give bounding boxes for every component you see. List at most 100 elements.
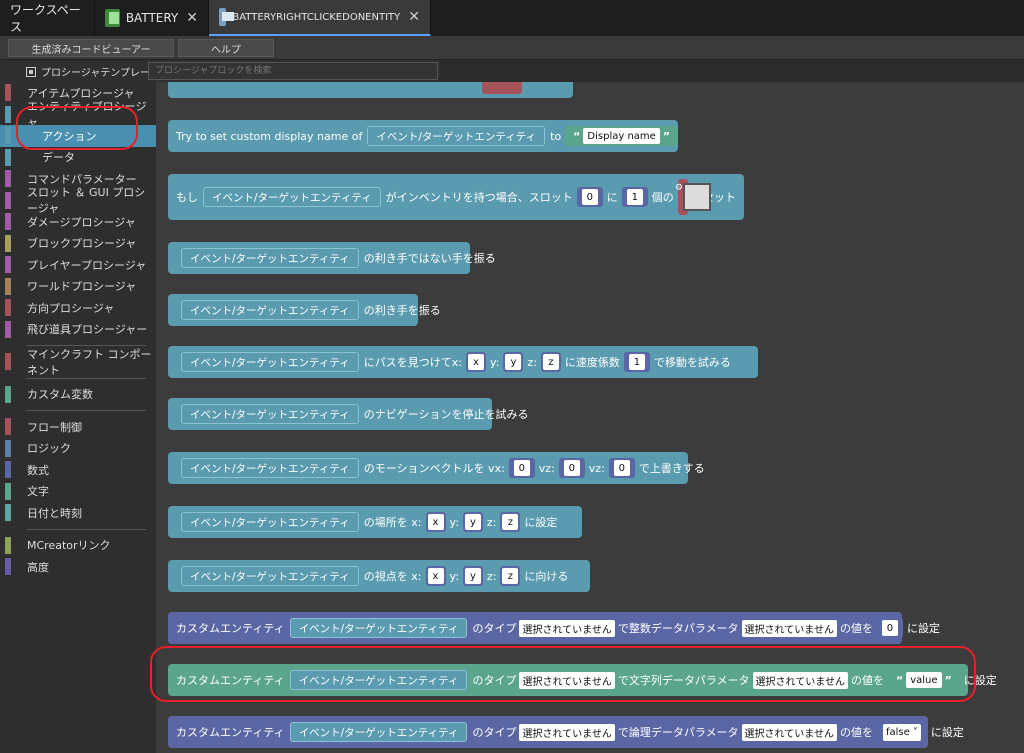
entity-chip[interactable]: イベント/ターゲットエンティティ bbox=[181, 458, 359, 478]
slot-number[interactable]: 0 bbox=[577, 187, 603, 207]
block-path-move[interactable]: イベント/ターゲットエンティティ にパスを見つけてx: x y: y z: z … bbox=[168, 346, 758, 378]
entity-chip[interactable]: イベント/ターゲットエンティティ bbox=[181, 566, 359, 586]
var-field[interactable]: z bbox=[502, 514, 518, 530]
entity-chip[interactable]: イベント/ターゲットエンティティ bbox=[181, 300, 359, 320]
param-dropdown[interactable]: 選択されていません bbox=[742, 724, 837, 741]
help-button[interactable]: ヘルプ bbox=[178, 39, 274, 57]
block-set-inventory-slot[interactable]: もし イベント/ターゲットエンティティ がインベントリを持つ場合、スロット 0 … bbox=[168, 174, 744, 220]
z-var[interactable]: z bbox=[500, 512, 520, 532]
block-set-location[interactable]: イベント/ターゲットエンティティ の場所を x: x y: y z: z に設定 bbox=[168, 506, 582, 538]
sidebar-item-block[interactable]: ブロックプロシージャ bbox=[0, 233, 156, 255]
var-field[interactable]: x bbox=[468, 354, 484, 370]
number-field[interactable]: 0 bbox=[514, 460, 530, 476]
var-field[interactable]: y bbox=[465, 568, 481, 584]
block-swing-mainhand[interactable]: イベント/ターゲットエンティティ の利き手を振る bbox=[168, 294, 418, 326]
sidebar-item-logic[interactable]: ロジック bbox=[0, 438, 156, 460]
block-stop-navigation[interactable]: イベント/ターゲットエンティティ のナビゲーションを停止を試みる bbox=[168, 398, 492, 430]
speed-number[interactable]: 1 bbox=[624, 352, 650, 372]
param-dropdown[interactable]: 選択されていません bbox=[742, 620, 837, 637]
block-set-display-name[interactable]: Try to set custom display name of イベント/タ… bbox=[168, 120, 678, 152]
block-search-input[interactable] bbox=[148, 62, 438, 80]
y-var[interactable]: y bbox=[463, 512, 483, 532]
entity-chip[interactable]: イベント/ターゲットエンティティ bbox=[181, 352, 359, 372]
z-var[interactable]: z bbox=[541, 352, 561, 372]
sidebar-item-mcreator-link[interactable]: MCreatorリンク bbox=[0, 535, 156, 557]
entity-chip[interactable]: イベント/ターゲットエンティティ bbox=[367, 126, 545, 146]
string-value[interactable]: “ value ” bbox=[888, 670, 960, 690]
entity-chip[interactable]: イベント/ターゲットエンティティ bbox=[181, 512, 359, 532]
number-field[interactable]: 0 bbox=[882, 620, 898, 636]
tab-battery[interactable]: BATTERY ✕ bbox=[95, 0, 209, 36]
sidebar-item-text[interactable]: 文字 bbox=[0, 481, 156, 503]
sidebar-item-action[interactable]: アクション bbox=[0, 125, 156, 147]
bool-value[interactable]: false ˅ bbox=[877, 722, 927, 742]
entity-chip[interactable]: イベント/ターゲットエンティティ bbox=[290, 722, 468, 742]
type-dropdown[interactable]: 選択されていません bbox=[519, 724, 614, 741]
int-value[interactable]: 0 bbox=[877, 618, 903, 638]
number-field[interactable]: 1 bbox=[627, 189, 643, 205]
sidebar-item-math[interactable]: 数式 bbox=[0, 459, 156, 481]
gear-icon[interactable]: ⚙ bbox=[675, 183, 683, 193]
sidebar-item-data[interactable]: データ bbox=[0, 147, 156, 169]
type-dropdown[interactable]: 選択されていません bbox=[519, 620, 614, 637]
sidebar-item-slot-gui[interactable]: スロット ＆ GUI プロシージャ bbox=[0, 190, 156, 212]
sidebar-item-flow-control[interactable]: フロー制御 bbox=[0, 416, 156, 438]
vy-number[interactable]: 0 bbox=[559, 458, 585, 478]
code-viewer-button[interactable]: 生成済みコードビューアー bbox=[8, 39, 174, 57]
entity-chip[interactable]: イベント/ターゲットエンティティ bbox=[290, 618, 468, 638]
var-field[interactable]: y bbox=[505, 354, 521, 370]
var-field[interactable]: x bbox=[428, 568, 444, 584]
sidebar-item-entity[interactable]: エンティティプロシージャ bbox=[0, 104, 156, 126]
close-icon[interactable]: ✕ bbox=[186, 10, 198, 26]
number-field[interactable]: 0 bbox=[582, 189, 598, 205]
string-value[interactable]: “ Display name ” bbox=[565, 126, 678, 146]
var-field[interactable]: z bbox=[543, 354, 559, 370]
x-var[interactable]: x bbox=[426, 566, 446, 586]
sidebar-item-custom-variables[interactable]: カスタム変数 bbox=[0, 384, 156, 406]
bool-dropdown[interactable]: false ˅ bbox=[883, 724, 921, 741]
block-look-at[interactable]: イベント/ターゲットエンティティ の視点を x: x y: y z: z に向け… bbox=[168, 560, 590, 592]
sidebar-item-world[interactable]: ワールドプロシージャ bbox=[0, 276, 156, 298]
sidebar-item-player[interactable]: プレイヤープロシージャ bbox=[0, 254, 156, 276]
blockly-workspace[interactable]: Try to set custom display name of イベント/タ… bbox=[156, 82, 1024, 753]
close-icon[interactable]: ✕ bbox=[408, 9, 420, 25]
block-custom-entity-string-param[interactable]: カスタムエンティティ イベント/ターゲットエンティティ のタイプ 選択されていま… bbox=[168, 664, 968, 696]
y-var[interactable]: y bbox=[463, 566, 483, 586]
sidebar-item-damage[interactable]: ダメージプロシージャ bbox=[0, 211, 156, 233]
string-field[interactable]: Display name bbox=[583, 128, 659, 144]
block-custom-entity-int-param[interactable]: カスタムエンティティ イベント/ターゲットエンティティ のタイプ 選択されていま… bbox=[168, 612, 902, 644]
block-swing-offhand[interactable]: イベント/ターゲットエンティティ の利き手ではない手を振る bbox=[168, 242, 470, 274]
sidebar-item-date-time[interactable]: 日付と時刻 bbox=[0, 502, 156, 524]
var-field[interactable]: y bbox=[465, 514, 481, 530]
x-var[interactable]: x bbox=[466, 352, 486, 372]
entity-chip[interactable]: イベント/ターゲットエンティティ bbox=[181, 248, 359, 268]
block-motion-vector[interactable]: イベント/ターゲットエンティティ のモーションベクトルを vx: 0 vz: 0… bbox=[168, 452, 688, 484]
procedure-template-button[interactable]: プロシージャテンプレート bbox=[26, 64, 160, 79]
number-field[interactable]: 0 bbox=[564, 460, 580, 476]
vz-number[interactable]: 0 bbox=[609, 458, 635, 478]
tab-procedure[interactable]: BATTERYRIGHTCLICKEDONENTITY ✕ bbox=[209, 0, 431, 36]
vx-number[interactable]: 0 bbox=[509, 458, 535, 478]
tab-workspace[interactable]: ワークスペース bbox=[0, 0, 95, 36]
partial-block-top[interactable] bbox=[168, 82, 573, 98]
type-dropdown[interactable]: 選択されていません bbox=[519, 672, 614, 689]
string-field[interactable]: value bbox=[906, 672, 941, 688]
y-var[interactable]: y bbox=[503, 352, 523, 372]
param-dropdown[interactable]: 選択されていません bbox=[753, 672, 848, 689]
number-field[interactable]: 0 bbox=[614, 460, 630, 476]
item-slot[interactable]: ⚙ bbox=[678, 179, 688, 215]
var-field[interactable]: x bbox=[428, 514, 444, 530]
sidebar-item-minecraft-components[interactable]: マインクラフト コンポーネント bbox=[0, 351, 156, 373]
entity-chip[interactable]: イベント/ターゲットエンティティ bbox=[181, 404, 359, 424]
var-field[interactable]: z bbox=[502, 568, 518, 584]
sidebar-item-advanced[interactable]: 高度 bbox=[0, 556, 156, 578]
entity-chip[interactable]: イベント/ターゲットエンティティ bbox=[203, 187, 381, 207]
z-var[interactable]: z bbox=[500, 566, 520, 586]
sidebar-item-direction[interactable]: 方向プロシージャ bbox=[0, 297, 156, 319]
number-field[interactable]: 1 bbox=[629, 354, 645, 370]
count-number[interactable]: 1 bbox=[622, 187, 648, 207]
sidebar-item-projectile[interactable]: 飛び道具プロシージャー bbox=[0, 319, 156, 341]
x-var[interactable]: x bbox=[426, 512, 446, 532]
block-custom-entity-bool-param[interactable]: カスタムエンティティ イベント/ターゲットエンティティ のタイプ 選択されていま… bbox=[168, 716, 928, 748]
entity-chip[interactable]: イベント/ターゲットエンティティ bbox=[290, 670, 468, 690]
